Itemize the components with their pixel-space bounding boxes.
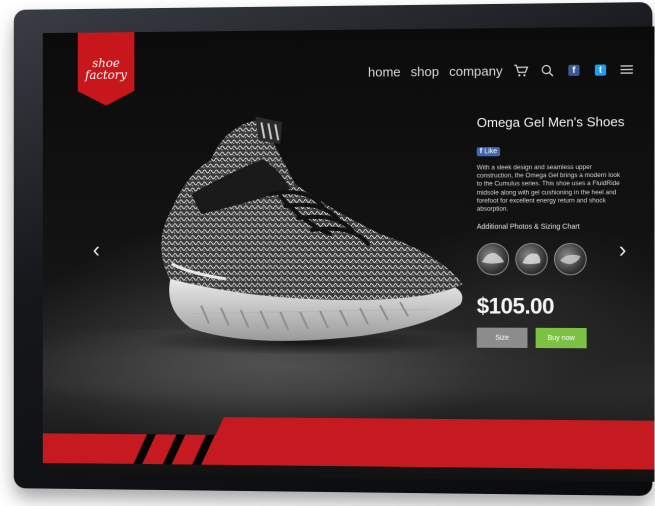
search-icon[interactable] (539, 62, 555, 78)
top-nav: home shop company f t (368, 61, 635, 80)
twitter-icon[interactable]: t (592, 61, 608, 77)
nav-company[interactable]: company (449, 63, 502, 79)
facebook-like-button[interactable]: f Like (476, 147, 501, 157)
product-description: With a sleek design and seamless upper c… (476, 163, 621, 213)
twitter-glyph: t (594, 63, 607, 76)
logo-line-2: factory (85, 67, 127, 83)
cart-icon[interactable] (513, 62, 529, 78)
size-button[interactable]: Size (476, 327, 528, 349)
facebook-glyph: f (568, 64, 580, 76)
facebook-icon[interactable]: f (566, 62, 582, 78)
nav-shop[interactable]: shop (411, 63, 439, 78)
like-label: Like (484, 148, 498, 156)
thumbnail-photo-1[interactable] (476, 243, 510, 276)
like-fb-glyph: f (479, 148, 483, 156)
shoe-factory-logo[interactable]: shoe factory (78, 32, 135, 106)
carousel-prev-button[interactable]: ‹ (88, 237, 106, 262)
product-image-sneaker (132, 113, 470, 360)
thumbnail-photo-3[interactable] (553, 243, 587, 276)
buy-now-button[interactable]: Buy now (535, 328, 587, 349)
thumbnail-photo-2[interactable] (515, 243, 548, 276)
stripe-cut-1 (133, 434, 156, 464)
nav-home[interactable]: home (368, 64, 401, 79)
stripe-cut-2 (162, 434, 186, 465)
additional-photos-link[interactable]: Additional Photos & Sizing Chart (477, 224, 630, 231)
product-title: Omega Gel Men's Shoes (476, 114, 625, 131)
stripe-cut-3 (192, 434, 215, 465)
thumbnail-strip (476, 243, 630, 276)
menu-icon[interactable] (619, 61, 635, 77)
action-buttons: Size Buy now (476, 327, 630, 349)
display-monitor: shoe factory home shop company f t ‹ › O… (13, 2, 655, 496)
screen: shoe factory home shop company f t ‹ › O… (42, 26, 655, 482)
product-price: $105.00 (476, 293, 555, 320)
product-panel: Omega Gel Men's Shoes f Like With a slee… (476, 114, 630, 349)
